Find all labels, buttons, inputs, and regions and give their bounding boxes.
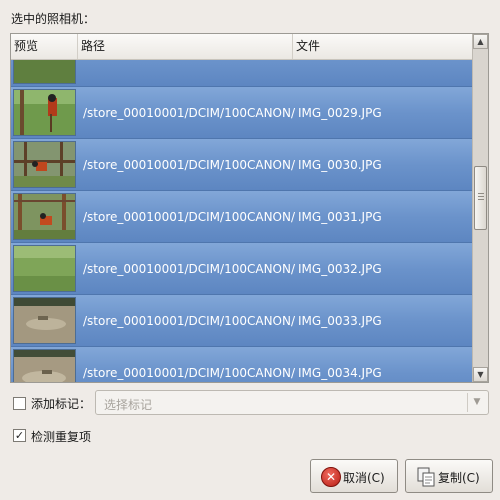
add-tag-checkbox[interactable] <box>13 397 26 410</box>
list-header: 预览 路径 文件 <box>11 34 472 60</box>
grip-line <box>478 199 484 200</box>
copy-icon <box>416 467 436 487</box>
table-row[interactable]: /store_00010001/DCIM/100CANON/IMG_0033.J… <box>11 295 472 347</box>
file-cell <box>298 60 468 87</box>
cancel-icon: ✕ <box>321 467 341 487</box>
column-header-path[interactable]: 路径 <box>78 34 293 59</box>
path-cell: /store_00010001/DCIM/100CANON/ <box>83 158 296 172</box>
copy-button[interactable]: 复制(C) <box>405 459 493 493</box>
grip-line <box>478 193 484 194</box>
detect-duplicates-label[interactable]: 检测重复项 <box>31 428 91 445</box>
grip-line <box>478 196 484 197</box>
vertical-scrollbar[interactable]: ▲ ▼ <box>472 34 488 382</box>
path-cell: /store_00010001/DCIM/100CANON/ <box>83 210 296 224</box>
preview-thumbnail <box>13 193 76 240</box>
file-cell: IMG_0029.JPG <box>298 106 382 120</box>
preview-thumbnail <box>13 297 76 344</box>
path-cell: /store_00010001/DCIM/100CANON/ <box>83 262 296 276</box>
add-tag-label[interactable]: 添加标记： <box>31 395 91 412</box>
preview-thumbnail <box>13 245 76 292</box>
arrow-down-icon[interactable]: ▼ <box>473 367 488 382</box>
file-cell: IMG_0032.JPG <box>298 262 382 276</box>
table-row[interactable]: /store_00010001/DCIM/100CANON/IMG_0034.J… <box>11 347 472 382</box>
copy-button-label: 复制(C) <box>438 471 480 485</box>
table-row[interactable]: /store_00010001/DCIM/100CANON/IMG_0031.J… <box>11 191 472 243</box>
file-cell: IMG_0034.JPG <box>298 366 382 380</box>
path-cell <box>83 60 293 87</box>
file-cell: IMG_0033.JPG <box>298 314 382 328</box>
preview-thumbnail <box>13 141 76 188</box>
column-header-file[interactable]: 文件 <box>293 34 472 59</box>
list-body: /store_00010001/DCIM/100CANON/IMG_0029.J… <box>11 60 472 382</box>
file-cell: IMG_0030.JPG <box>298 158 382 172</box>
chevron-down-icon[interactable]: ▼ <box>467 393 486 412</box>
arrow-up-icon[interactable]: ▲ <box>473 34 488 49</box>
path-cell: /store_00010001/DCIM/100CANON/ <box>83 314 296 328</box>
camera-label: 选中的照相机： <box>11 12 96 26</box>
preview-thumbnail <box>13 89 76 136</box>
detect-duplicates-checkbox[interactable]: ✓ <box>13 429 26 442</box>
cancel-button-label: 取消(C) <box>343 471 385 485</box>
tag-combo-placeholder: 选择标记 <box>104 398 153 412</box>
table-row[interactable]: /store_00010001/DCIM/100CANON/IMG_0029.J… <box>11 87 472 139</box>
path-cell: /store_00010001/DCIM/100CANON/ <box>83 106 296 120</box>
table-row[interactable] <box>11 60 472 87</box>
preview-thumbnail <box>13 349 76 382</box>
path-cell: /store_00010001/DCIM/100CANON/ <box>83 366 296 380</box>
table-row[interactable]: /store_00010001/DCIM/100CANON/IMG_0032.J… <box>11 243 472 295</box>
table-row[interactable]: /store_00010001/DCIM/100CANON/IMG_0030.J… <box>11 139 472 191</box>
column-header-preview[interactable]: 预览 <box>11 34 78 59</box>
file-cell: IMG_0031.JPG <box>298 210 382 224</box>
preview-thumbnail <box>13 60 76 84</box>
detect-duplicates-row: ✓ 检测重复项 <box>10 426 210 446</box>
cancel-button[interactable]: ✕ 取消(C) <box>310 459 398 493</box>
scrollbar-thumb[interactable] <box>474 166 487 230</box>
photo-list[interactable]: 预览 路径 文件 /store_00010001/DCIM/100CANON/I… <box>10 33 489 383</box>
tag-row: 添加标记： 选择标记 ▼ <box>10 390 490 416</box>
tag-combo[interactable]: 选择标记 ▼ <box>95 390 489 415</box>
